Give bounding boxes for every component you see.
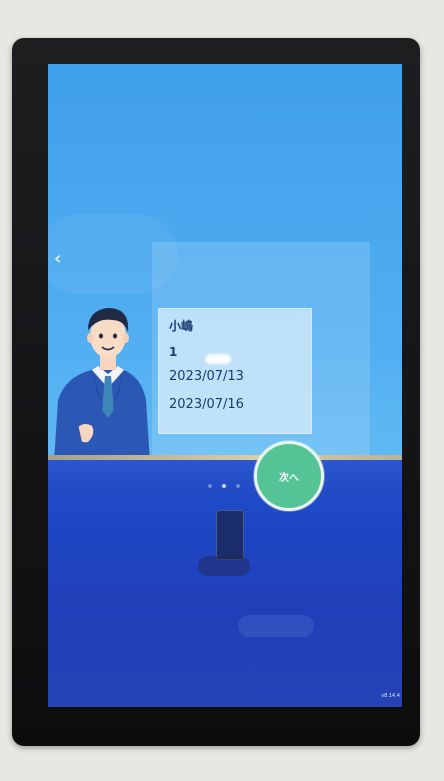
page-dot-active [222,484,226,488]
panel-reflection [48,460,402,500]
reservation-info-card: 小嶋 1 2023/07/13 2023/07/16 [158,308,312,434]
kiosk-frame: ‹ 小嶋 1 2023/07/13 2023/07/16 v8.14.4 次へ [12,38,420,746]
hand-reflection [198,556,250,576]
redacted-text [205,354,231,364]
page-indicator [208,484,240,488]
guest-name-value: 小嶋 [169,319,194,333]
chevron-left-icon[interactable]: ‹ [54,250,68,268]
bottom-panel: v8.14.4 [48,460,402,707]
check-out-date-value: 2023/07/16 [169,397,244,412]
check-in-date-field: 2023/07/13 [169,369,244,384]
guest-count-value: 1 [169,345,178,359]
guest-count-field: 1 [169,345,177,359]
kiosk-screen: ‹ 小嶋 1 2023/07/13 2023/07/16 v8.14.4 次へ [48,64,402,707]
phone-reflection [216,510,244,560]
version-label: v8.14.4 [381,693,400,699]
check-out-date-field: 2023/07/16 [169,397,244,412]
page-dot [208,484,212,488]
guest-name-field: 小嶋 [169,317,193,334]
page-dot [236,484,240,488]
staff-illustration [54,308,150,462]
check-in-date-value: 2023/07/13 [169,369,244,384]
button-reflection [238,615,314,637]
next-button[interactable]: 次へ [254,441,324,511]
